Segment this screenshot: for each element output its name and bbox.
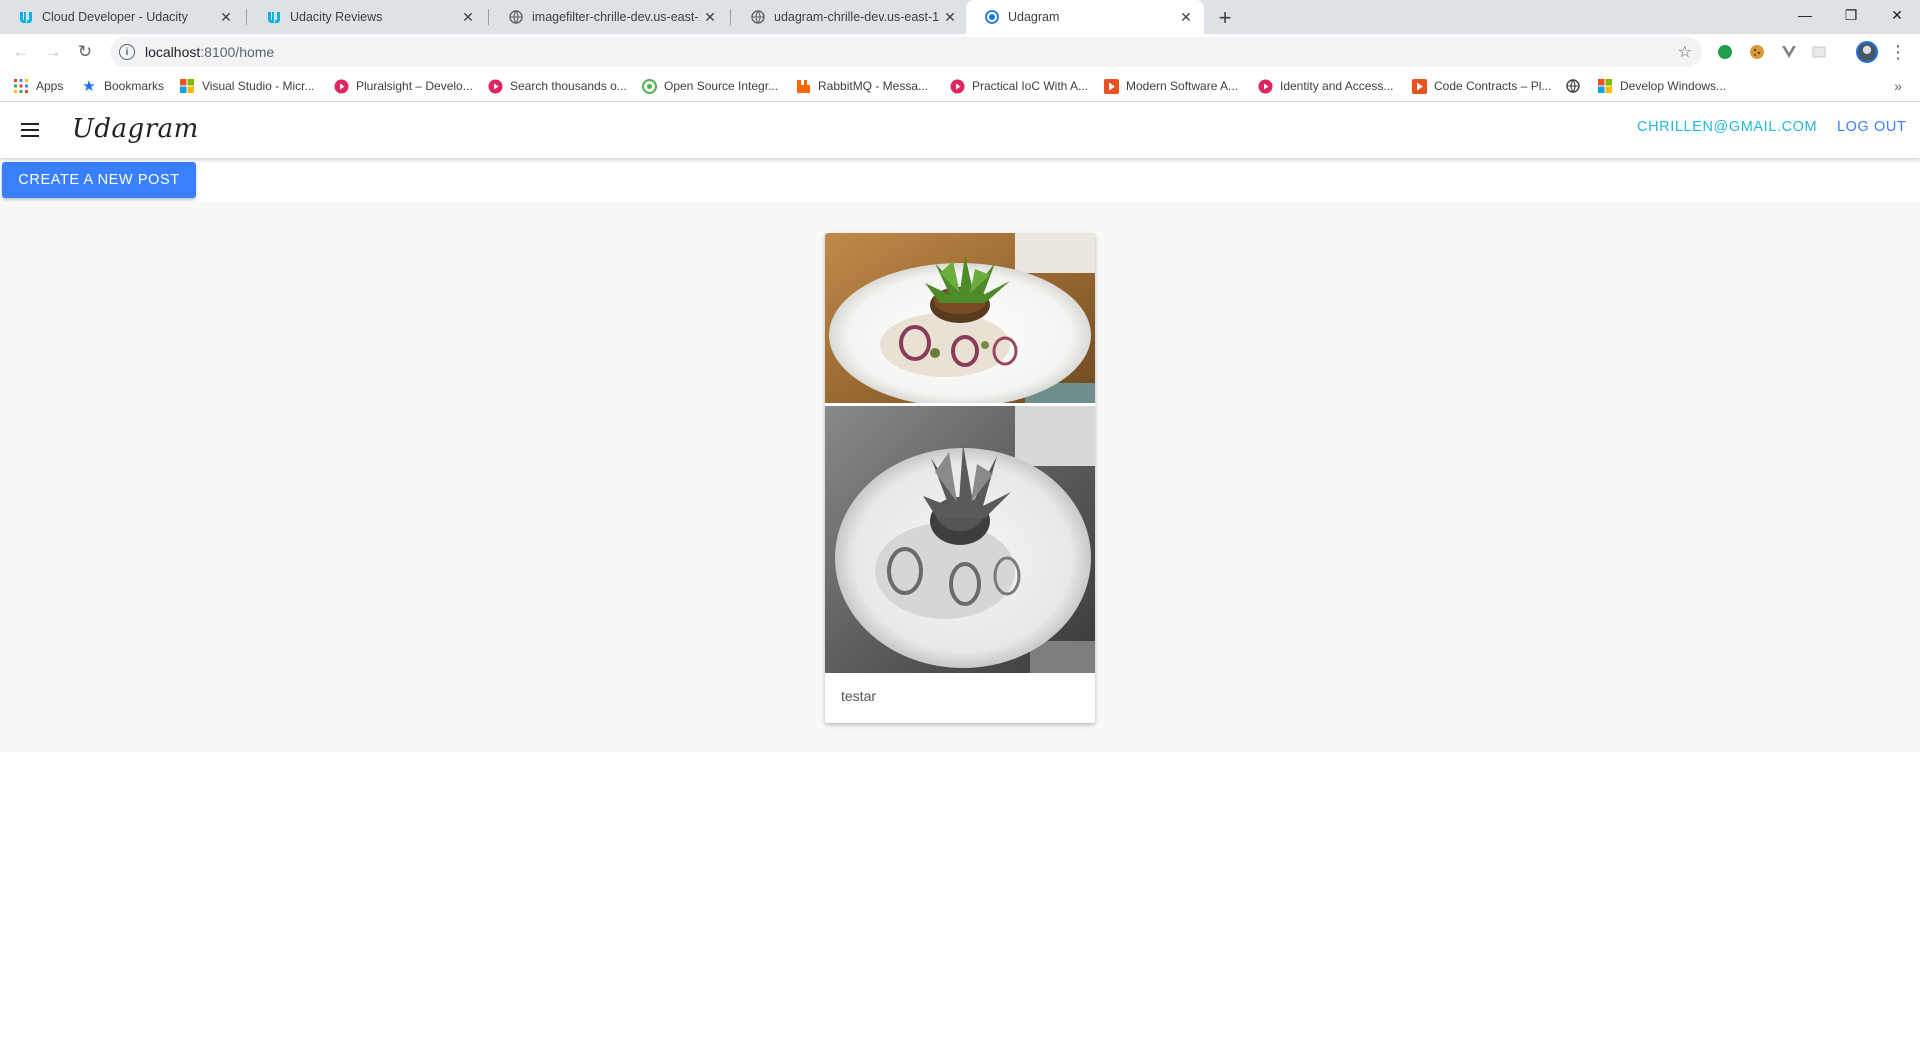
bookmark-star-icon[interactable]: ☆ [1678,42,1692,62]
bookmark-label: Modern Software A... [1126,79,1239,93]
create-post-label: Create a New Post [18,172,180,188]
bookmark-item[interactable]: Apps [13,76,63,96]
bookmark-item[interactable]: Develop Windows... [1597,76,1726,96]
close-icon[interactable]: ✕ [216,7,236,27]
address-path: :8100/home [200,44,275,60]
evernote-extension-icon[interactable] [1716,43,1734,61]
more-menu-icon[interactable]: ⋮ [1888,41,1908,63]
star-icon: ★ [82,78,96,95]
close-icon[interactable]: ✕ [700,7,720,27]
bookmark-label: Identity and Access... [1280,79,1394,93]
browser-tab[interactable]: Udacity Reviews ✕ [248,0,486,34]
close-icon[interactable]: ✕ [458,7,478,27]
bookmark-label: Practical IoC With A... [972,79,1089,93]
apps-grid-icon [13,78,29,94]
pluralsight-icon [949,78,965,94]
chevron-more-icon[interactable]: » [1888,76,1908,96]
vue-devtools-icon[interactable] [1780,43,1798,61]
bookmark-label: Search thousands o... [510,79,627,93]
microsoft-icon [1597,78,1613,94]
bookmark-item[interactable]: Pluralsight – Develo... [333,76,473,96]
browser-tab[interactable]: udagram-chrille-dev.us-east-1.el ✕ [732,0,968,34]
bookmark-label: Open Source Integr... [664,79,779,93]
logout-button[interactable]: Log Out [1837,119,1906,135]
action-bar: Create a New Post [0,158,1920,202]
bookmark-item[interactable]: RabbitMQ - Messa... [795,76,928,96]
post-caption: testar [841,688,877,704]
create-post-button[interactable]: Create a New Post [2,162,196,198]
forward-icon[interactable]: → [40,39,66,65]
reload-icon[interactable]: ↻ [72,39,98,65]
tab-title: udagram-chrille-dev.us-east-1.el [774,10,940,24]
post-feed: testar [0,202,1920,752]
close-window-icon[interactable]: ✕ [1874,0,1920,30]
browser-tab[interactable]: Cloud Developer - Udacity ✕ [0,0,244,34]
tab-title: Udagram [1008,10,1060,24]
bookmark-item[interactable]: Search thousands o... [487,76,627,96]
bookmark-item[interactable]: Open Source Integr... [641,76,778,96]
back-icon[interactable]: ← [8,39,34,65]
browser-tab-active[interactable]: Udagram ✕ [966,0,1204,34]
rabbitmq-icon [795,78,811,94]
address-bar[interactable]: i localhost:8100/home ☆ [110,37,1702,67]
globe-icon [508,9,524,25]
close-icon[interactable]: ✕ [1176,7,1196,27]
pluralsight-icon [1257,78,1273,94]
minimize-icon[interactable]: — [1782,0,1828,30]
post-image-original [825,233,1095,403]
extension-icon[interactable] [1810,43,1828,61]
menu-icon[interactable] [16,116,44,144]
bookmark-item[interactable]: Identity and Access... [1257,76,1393,96]
loading-icon [984,9,1000,25]
green-circle-icon [641,78,657,94]
bookmark-item[interactable]: Visual Studio - Micr... [179,76,315,96]
profile-avatar[interactable] [1856,41,1878,63]
pluralsight-icon [333,78,349,94]
info-icon[interactable]: i [119,44,135,60]
globe-icon [750,9,766,25]
bookmark-label: Code Contracts – Pl... [1434,79,1552,93]
cookie-extension-icon[interactable] [1748,43,1766,61]
app-header: Udagram chrillen@gmail.com Log Out [0,102,1920,158]
browser-tab[interactable]: imagefilter-chrille-dev.us-east-1.e ✕ [490,0,728,34]
bookmark-label: Bookmarks [104,79,165,93]
restore-icon[interactable]: ❐ [1828,0,1874,30]
post-image-filtered [825,406,1095,673]
browser-tab-strip: Cloud Developer - Udacity ✕ Udacity Revi… [0,0,1920,34]
user-email-link[interactable]: chrillen@gmail.com [1637,119,1817,135]
post-card: testar [825,233,1095,723]
pluralsight-icon [487,78,503,94]
play-icon [1103,78,1119,94]
tab-title: Cloud Developer - Udacity [42,10,188,24]
microsoft-icon [179,78,195,94]
udacity-icon [18,9,34,25]
tab-title: imagefilter-chrille-dev.us-east-1.e [532,10,700,24]
new-tab-button[interactable]: + [1212,5,1238,31]
bookmark-label: Apps [36,79,64,93]
bookmark-item[interactable]: ★ Bookmarks [81,76,164,96]
play-icon [1411,78,1427,94]
bookmark-item[interactable] [1565,76,1588,96]
close-icon[interactable]: ✕ [940,7,960,27]
address-host: localhost [145,44,201,60]
browser-toolbar: ← → ↻ i localhost:8100/home ☆ ⋮ [0,34,1920,70]
udacity-icon [266,9,282,25]
bookmark-label: Visual Studio - Micr... [202,79,315,93]
app-logo: Udagram [72,114,199,144]
bookmark-label: Develop Windows... [1620,79,1727,93]
bookmark-item[interactable]: Code Contracts – Pl... [1411,76,1551,96]
tab-title: Udacity Reviews [290,10,383,24]
globe-icon [1565,78,1581,94]
bookmark-label: Pluralsight – Develo... [356,79,473,93]
bookmark-item[interactable]: Modern Software A... [1103,76,1238,96]
bookmark-item[interactable]: Practical IoC With A... [949,76,1088,96]
bookmarks-bar: Apps ★ Bookmarks Visual Studio - Micr...… [0,70,1920,102]
bookmark-label: RabbitMQ - Messa... [818,79,929,93]
